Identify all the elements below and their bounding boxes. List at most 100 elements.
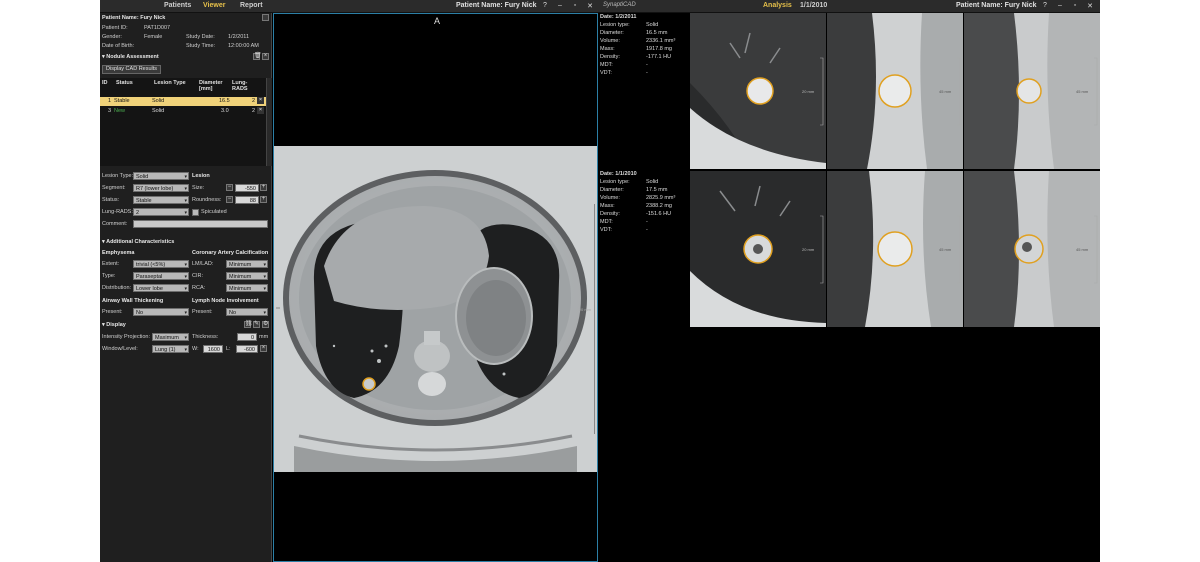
gender-label: Gender: bbox=[102, 34, 122, 40]
help-button[interactable]: ? bbox=[540, 2, 550, 9]
extent-value: trivial (<5%) bbox=[136, 262, 166, 268]
thumb-image: 45 mm bbox=[827, 171, 963, 327]
info-value: -151.6 HU bbox=[646, 211, 672, 217]
thumb-prior-sagittal[interactable]: 45 mm bbox=[964, 171, 1100, 327]
roundness-decrement-button[interactable]: − bbox=[226, 196, 233, 203]
app-frame: Patients Viewer Report Patient Name: Fur… bbox=[100, 0, 1100, 562]
cell-status: Stable bbox=[114, 98, 130, 104]
additional-header[interactable]: ▾ Additional Characteristics bbox=[102, 239, 174, 245]
airway-present-value: No bbox=[136, 310, 144, 316]
close-button[interactable]: ✕ bbox=[585, 2, 595, 10]
w-label: W: bbox=[192, 346, 199, 352]
minimize-button-right[interactable]: – bbox=[1055, 2, 1065, 9]
col-lesion-type[interactable]: Lesion Type bbox=[154, 80, 186, 96]
window-input[interactable]: 1600 bbox=[203, 345, 223, 353]
patient-header: Patient Name: Fury Nick bbox=[102, 15, 166, 21]
distribution-label: Distribution: bbox=[102, 285, 132, 291]
thumb-current-sagittal[interactable]: 45 mm bbox=[964, 13, 1100, 169]
display-header[interactable]: ▾ Display bbox=[102, 322, 126, 328]
chevron-down-icon: ▾ bbox=[184, 274, 187, 280]
help-button-right[interactable]: ? bbox=[1040, 2, 1050, 9]
level-input[interactable]: -600 bbox=[236, 345, 258, 353]
study-time-value: 12:00:00 AM bbox=[228, 43, 259, 49]
thumb-prior-axial[interactable]: 20 mm bbox=[690, 171, 826, 327]
thumb-prior-coronal[interactable]: 45 mm bbox=[827, 171, 963, 327]
spiculated-checkbox[interactable] bbox=[192, 209, 199, 216]
cir-select[interactable]: Minimum ▾ bbox=[226, 272, 268, 280]
thumb-scale-label: 45 mm bbox=[939, 89, 952, 94]
col-lung-rads[interactable]: Lung-RADS bbox=[232, 80, 256, 96]
table-row[interactable]: 3 New Solid 3.0 2 × bbox=[100, 107, 266, 116]
comment-input[interactable] bbox=[133, 220, 268, 228]
reset-wl-icon[interactable]: × bbox=[260, 345, 267, 352]
lesion-type-label: Lesion Type: bbox=[102, 173, 134, 179]
nodule-info-panel: Date: 1/2/2011 Lesion type: Solid Diamet… bbox=[599, 13, 689, 562]
wl-select[interactable]: Lung (1) ▾ bbox=[152, 345, 189, 353]
row-delete-icon[interactable]: × bbox=[257, 107, 264, 114]
roundness-increment-button[interactable]: + bbox=[260, 196, 267, 203]
thumb-image: 45 mm bbox=[827, 13, 963, 169]
size-input[interactable]: -550 bbox=[235, 184, 259, 192]
table-row[interactable]: 1 Stable Solid 16.5 2 × bbox=[100, 97, 266, 106]
size-decrement-button[interactable]: − bbox=[226, 184, 233, 191]
lmlad-select[interactable]: Minimum ▾ bbox=[226, 260, 268, 268]
lungrads-value: 2 bbox=[136, 210, 140, 216]
extent-select[interactable]: trivial (<5%) ▾ bbox=[133, 260, 189, 268]
analysis-date: 1/1/2010 bbox=[800, 2, 828, 9]
close-icon[interactable]: × bbox=[262, 53, 269, 60]
info-date-prior: Date: 1/1/2010 bbox=[600, 171, 637, 177]
row-delete-icon[interactable]: × bbox=[257, 97, 264, 104]
coronary-header: Coronary Artery Calcification bbox=[192, 250, 269, 256]
nodule-assessment-header[interactable]: ▾ Nodule Assessment bbox=[102, 54, 159, 60]
maximize-button[interactable]: ▫ bbox=[570, 2, 580, 9]
tab-analysis[interactable]: Analysis bbox=[763, 2, 792, 9]
table-scrollbar[interactable] bbox=[266, 78, 272, 166]
thumb-scale-label: 20 mm bbox=[802, 247, 815, 252]
comparison-thumbnails: 20 mm 45 mm 45 mm 20 mm 45 mm 45 mm bbox=[690, 13, 1100, 328]
patient-panel-toggle[interactable] bbox=[262, 14, 269, 21]
nav-viewer[interactable]: Viewer bbox=[203, 2, 225, 9]
trash-icon[interactable]: 🗑 bbox=[253, 53, 262, 60]
gear-icon[interactable]: ⚙ bbox=[262, 321, 269, 328]
lmlad-value: Minimum bbox=[229, 262, 252, 268]
close-button-right[interactable]: ✕ bbox=[1085, 2, 1095, 10]
nav-patients[interactable]: Patients bbox=[164, 2, 191, 9]
cell-type: Solid bbox=[152, 98, 165, 104]
lymph-present-select[interactable]: No ▾ bbox=[226, 308, 268, 316]
maximize-button-right[interactable]: ▫ bbox=[1070, 2, 1080, 9]
display-cad-button[interactable]: Display CAD Results bbox=[102, 65, 162, 74]
cell-id: 3 bbox=[108, 108, 112, 114]
chevron-down-icon: ▾ bbox=[184, 347, 187, 353]
cell-status: New bbox=[114, 108, 126, 114]
col-id[interactable]: ID bbox=[102, 80, 108, 96]
ct-axial-image[interactable] bbox=[274, 146, 597, 472]
minimize-button[interactable]: – bbox=[555, 2, 565, 9]
airway-present-select[interactable]: No ▾ bbox=[133, 308, 189, 316]
lungrads-select[interactable]: 2 ▾ bbox=[133, 208, 189, 216]
lesion-label: Lesion bbox=[192, 173, 210, 179]
thickness-input[interactable]: 0 bbox=[237, 333, 257, 341]
thumb-current-coronal[interactable]: 45 mm bbox=[827, 13, 963, 169]
info-value: 2388.2 mg bbox=[646, 203, 672, 209]
ip-select[interactable]: Maximum ▾ bbox=[152, 333, 189, 341]
chevron-down-icon: ▾ bbox=[184, 198, 187, 204]
status-select[interactable]: Stable ▾ bbox=[133, 196, 189, 204]
type-label: Type: bbox=[102, 273, 116, 279]
roundness-input[interactable]: 88 bbox=[235, 196, 259, 204]
nav-report[interactable]: Report bbox=[240, 2, 263, 9]
edit-icon[interactable]: ✎ bbox=[253, 321, 260, 328]
axial-viewer[interactable]: A 20 mm bbox=[273, 13, 598, 562]
distribution-select[interactable]: Lower lobe ▾ bbox=[133, 284, 189, 292]
lesion-type-select[interactable]: Solid ▾ bbox=[133, 172, 189, 180]
col-status[interactable]: Status bbox=[116, 80, 133, 96]
size-increment-button[interactable]: + bbox=[260, 184, 267, 191]
rca-select[interactable]: Minimum ▾ bbox=[226, 284, 268, 292]
thumb-current-axial[interactable]: 20 mm bbox=[690, 13, 826, 169]
roundness-label: Roundness: bbox=[192, 197, 222, 203]
type-select[interactable]: Paraseptal ▾ bbox=[133, 272, 189, 280]
segment-select[interactable]: R7 (lower lobe) ▾ bbox=[133, 184, 189, 192]
chevron-down-icon: ▾ bbox=[263, 310, 266, 316]
thumb-image: 20 mm bbox=[690, 171, 826, 327]
link-icon[interactable]: ⛓ bbox=[244, 321, 253, 328]
col-diameter[interactable]: Diameter [mm] bbox=[199, 80, 227, 96]
